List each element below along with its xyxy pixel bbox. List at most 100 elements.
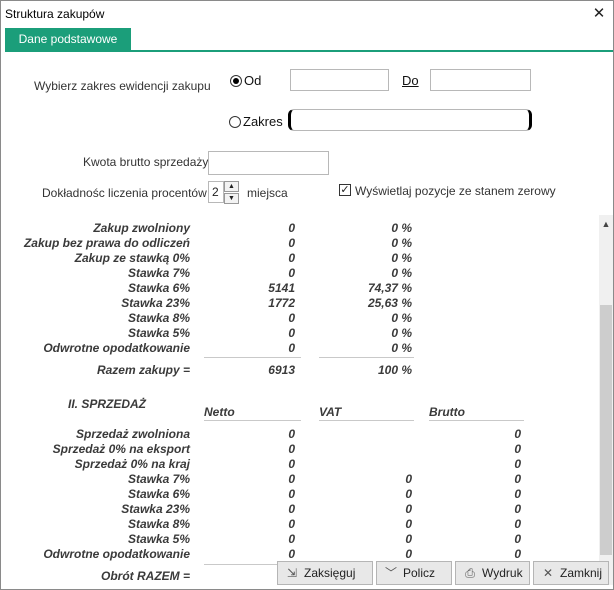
stepper-down-icon[interactable]: ▼ (224, 193, 239, 204)
sales-netto: 0 (288, 442, 295, 456)
purchase-pct: 0 % (391, 311, 412, 325)
sales-brutto: 0 (514, 532, 521, 546)
purchase-name: Stawka 23% (121, 296, 190, 310)
purchase-pct: 74,37 % (367, 281, 412, 295)
sales-heading: II. SPRZEDAŻ (68, 397, 147, 411)
tab-dane-podstawowe[interactable]: Dane podstawowe (5, 28, 131, 50)
zakres-label: Zakres (243, 114, 283, 129)
sales-name: Stawka 8% (127, 517, 190, 531)
radio-od[interactable] (230, 75, 242, 87)
close-icon: ✕ (542, 566, 554, 580)
od-label: Od (244, 73, 262, 88)
purchase-pct: 0 % (391, 266, 412, 280)
post-icon: ⇲ (286, 566, 298, 580)
sales-vat: 0 (405, 502, 412, 516)
sales-vat: 0 (405, 487, 412, 501)
purchase-name: Zakup zwolniony (93, 221, 190, 235)
sales-name: Odwrotne opodatkowanie (43, 547, 190, 561)
zero-rows-checkbox[interactable]: ✓ (339, 184, 351, 196)
button-bar: ⇲ Zaksięguj ﹀ Policz ⎙ Wydruk ✕ Zamknij (277, 561, 611, 587)
sales-name: Stawka 23% (121, 502, 190, 516)
kwota-label: Kwota brutto sprzedaży (83, 155, 209, 169)
print-label: Wydruk (482, 566, 523, 580)
sales-name: Stawka 7% (127, 472, 190, 486)
calc-button[interactable]: ﹀ Policz (376, 561, 452, 585)
purchase-name: Zakup ze stawką 0% (74, 251, 190, 265)
sales-netto: 0 (288, 517, 295, 531)
total-separator (204, 357, 301, 358)
purchase-name: Stawka 6% (127, 281, 190, 295)
sales-netto: 0 (288, 532, 295, 546)
purchase-name: Stawka 8% (127, 311, 190, 325)
purchase-pct: 25,63 % (367, 296, 412, 310)
purchase-name: Odwrotne opodatkowanie (43, 341, 190, 355)
chevron-down-icon: ﹀ (384, 566, 397, 580)
purchase-value: 5141 (268, 281, 295, 295)
sales-name: Sprzedaż 0% na kraj (74, 457, 190, 471)
purchase-total-name: Razem zakupy = (96, 363, 190, 377)
sales-vat: 0 (405, 532, 412, 546)
sales-name: Stawka 6% (127, 487, 190, 501)
post-label: Zaksięguj (304, 566, 356, 580)
sales-netto: 0 (288, 547, 295, 561)
stepper-up-icon[interactable]: ▲ (224, 181, 239, 192)
sales-netto: 0 (288, 457, 295, 471)
kwota-input[interactable] (208, 151, 329, 175)
zero-rows-label: Wyświetlaj pozycje ze stanem zerowy (355, 184, 556, 198)
col-vat: VAT (319, 405, 342, 419)
purchase-name: Zakup bez prawa do odliczeń (23, 236, 190, 250)
close-window-button[interactable]: ✕ (585, 1, 613, 27)
print-button[interactable]: ⎙ Wydruk (455, 561, 530, 585)
purchase-value: 0 (288, 251, 295, 265)
precision-label: Dokładnośc liczenia procentów (42, 186, 207, 200)
calc-label: Policz (403, 566, 436, 580)
sales-brutto: 0 (514, 487, 521, 501)
do-label: Do (402, 73, 419, 88)
vertical-scrollbar[interactable]: ▲ (599, 215, 613, 585)
close-label: Zamknij (560, 566, 603, 580)
od-input[interactable] (290, 69, 389, 91)
sales-vat: 0 (405, 517, 412, 531)
tab-underline (5, 50, 613, 52)
scroll-up-icon[interactable]: ▲ (599, 217, 613, 231)
purchase-pct: 0 % (391, 236, 412, 250)
purchase-value: 1772 (268, 296, 295, 310)
sales-vat: 0 (405, 547, 412, 561)
purchase-value: 0 (288, 326, 295, 340)
title-bar: Struktura zakupów ✕ (1, 1, 613, 27)
do-input[interactable] (430, 69, 531, 91)
printer-icon: ⎙ (465, 566, 475, 580)
purchase-name: Stawka 5% (127, 326, 190, 340)
window-title: Struktura zakupów (5, 7, 105, 21)
sales-netto: 0 (288, 472, 295, 486)
purchase-value: 0 (288, 341, 295, 355)
sales-name: Stawka 5% (127, 532, 190, 546)
col-brutto: Brutto (429, 405, 465, 419)
precision-stepper[interactable]: ▲ ▼ (224, 181, 239, 204)
purchase-value: 0 (288, 221, 295, 235)
sales-netto: 0 (288, 427, 295, 441)
purchase-pct: 0 % (391, 341, 412, 355)
purchase-value: 0 (288, 266, 295, 280)
dialog-window: Struktura zakupów ✕ Dane podstawowe Wybi… (0, 0, 614, 590)
purchase-pct: 0 % (391, 251, 412, 265)
sales-brutto: 0 (514, 442, 521, 456)
purchase-value: 0 (288, 236, 295, 250)
zakres-input[interactable] (288, 109, 532, 131)
header-separator (429, 420, 524, 421)
sales-brutto: 0 (514, 472, 521, 486)
precision-input[interactable]: 2 (208, 181, 224, 203)
purchase-total-value: 6913 (268, 363, 295, 377)
sales-brutto: 0 (514, 502, 521, 516)
close-button[interactable]: ✕ Zamknij (533, 561, 609, 585)
post-button[interactable]: ⇲ Zaksięguj (277, 561, 373, 585)
sales-vat: 0 (405, 472, 412, 486)
purchase-pct: 0 % (391, 221, 412, 235)
sales-name: Sprzedaż 0% na eksport (52, 442, 190, 456)
radio-zakres[interactable] (229, 116, 241, 128)
range-label: Wybierz zakres ewidencji zakupu (34, 79, 211, 93)
sales-netto: 0 (288, 502, 295, 516)
col-netto: Netto (204, 405, 235, 419)
purchase-value: 0 (288, 311, 295, 325)
scrollbar-thumb[interactable] (600, 305, 612, 555)
